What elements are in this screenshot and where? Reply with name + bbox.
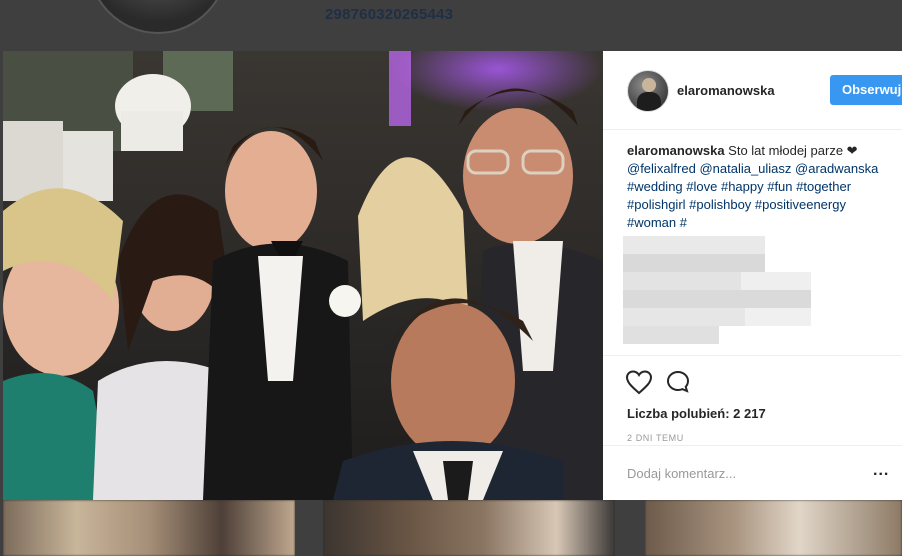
caption-tags[interactable]: #woman # — [627, 215, 687, 230]
comment-icon[interactable] — [665, 369, 691, 395]
background-profile-avatar — [86, 0, 230, 34]
follow-button[interactable]: Obserwuj — [830, 75, 902, 105]
username-link[interactable]: elaromanowska — [677, 83, 775, 98]
background-profile-id: 298760320265443 — [325, 6, 454, 23]
background-thumbnail[interactable] — [3, 500, 295, 556]
caption-tags[interactable]: #wedding #love #happy #fun #together — [627, 179, 851, 194]
post-caption: elaromanowska Sto lat młodej parze ❤ @fe… — [627, 142, 891, 232]
post-photo[interactable] — [3, 51, 603, 500]
comment-input[interactable]: Dodaj komentarz... — [627, 466, 736, 481]
caption-username[interactable]: elaromanowska — [627, 143, 725, 158]
post-header: elaromanowska Obserwuj — [603, 51, 902, 130]
post-actions: Liczba polubień: 2 217 2 DNI TEMU Dodaj … — [603, 355, 902, 500]
post-date[interactable]: 2 DNI TEMU — [627, 433, 684, 443]
caption-tags[interactable]: #polishgirl #polishboy #positiveenergy — [627, 197, 846, 212]
caption-tags[interactable]: @felixalfred @natalia_uliasz @aradwanska — [627, 161, 878, 176]
avatar-head — [642, 78, 656, 92]
background-thumbnail[interactable] — [645, 500, 902, 556]
avatar[interactable] — [627, 70, 669, 112]
avatar-body — [637, 92, 661, 111]
heart-icon[interactable] — [625, 369, 653, 395]
wedding-selfie-image — [3, 51, 603, 500]
background-thumbnail[interactable] — [323, 500, 615, 556]
comment-box: Dodaj komentarz... ... — [603, 445, 902, 500]
caption-text: Sto lat młodej parze ❤ — [728, 143, 858, 158]
more-options-icon[interactable]: ... — [873, 462, 889, 480]
likes-count[interactable]: Liczba polubień: 2 217 — [627, 406, 766, 421]
post-details-panel: elaromanowska Obserwuj elaromanowska Sto… — [603, 51, 902, 500]
